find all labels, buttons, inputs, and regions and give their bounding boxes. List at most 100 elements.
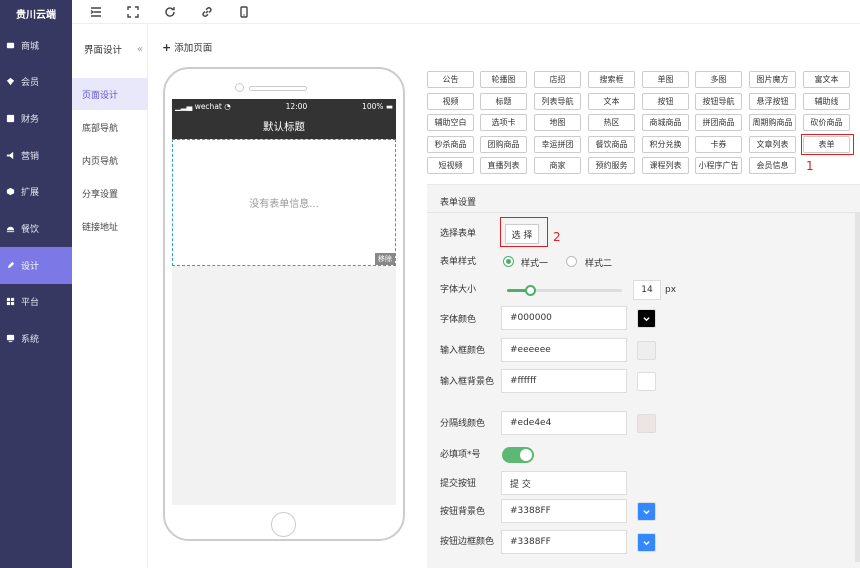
link-icon[interactable] (200, 5, 214, 19)
chevron-down-icon (643, 508, 650, 515)
component-button-21[interactable]: 拼团商品 (695, 114, 742, 131)
component-button-7[interactable]: 富文本 (803, 71, 850, 88)
component-button-26[interactable]: 幸运拼团 (534, 136, 581, 153)
component-button-12[interactable]: 按钮 (642, 93, 689, 110)
component-button-8[interactable]: 视频 (427, 93, 474, 110)
sidebar-item-marketing[interactable]: 营销 (0, 137, 72, 174)
input-bg-color-input[interactable]: #ffffff (501, 369, 627, 393)
font-color-swatch[interactable] (637, 309, 656, 328)
font-size-input[interactable]: 14 (633, 280, 661, 300)
phone-screen: ▁▂▄ wechat ◔ 12:00 100% ▬ 默认标题 没有表单信息...… (172, 99, 396, 505)
font-color-input[interactable]: #000000 (501, 306, 627, 330)
button-border-color-label: 按钮边框颜色 (440, 537, 495, 547)
settings-scrollbar[interactable] (855, 212, 860, 562)
component-button-27[interactable]: 餐饮商品 (588, 136, 635, 153)
input-border-color-input[interactable]: #eeeeee (501, 338, 627, 362)
add-page-button[interactable]: + 添加页面 (162, 40, 212, 55)
required-mark-toggle[interactable] (502, 447, 534, 463)
sidebar-item-design[interactable]: 设计 (0, 247, 72, 284)
component-button-20[interactable]: 商城商品 (642, 114, 689, 131)
subnav-item-0[interactable]: 页面设计 (72, 78, 148, 110)
component-button-11[interactable]: 文本 (588, 93, 635, 110)
font-size-slider-thumb[interactable] (525, 285, 536, 296)
component-button-33[interactable]: 直播列表 (480, 157, 527, 174)
subnav-item-1[interactable]: 底部导航 (72, 111, 148, 143)
component-button-0[interactable]: 公告 (427, 71, 474, 88)
component-button-1[interactable]: 轮播图 (480, 71, 527, 88)
button-border-color-swatch[interactable] (637, 533, 656, 552)
component-button-18[interactable]: 地图 (534, 114, 581, 131)
collapse-icon[interactable]: « (137, 44, 143, 55)
phone-preview: ▁▂▄ wechat ◔ 12:00 100% ▬ 默认标题 没有表单信息...… (163, 67, 405, 541)
component-button-15[interactable]: 辅助线 (803, 93, 850, 110)
required-mark-label: 必填项*号 (440, 450, 481, 460)
marketing-icon (6, 151, 15, 160)
divider-color-swatch[interactable] (637, 414, 656, 433)
form-component-placeholder[interactable]: 没有表单信息... 移除 (172, 139, 396, 266)
sidebar-item-platform[interactable]: 平台 (0, 283, 72, 320)
sidebar-item-food[interactable]: 餐饮 (0, 210, 72, 247)
button-bg-color-input[interactable]: #3388FF (501, 499, 627, 523)
input-bg-color-swatch[interactable] (637, 372, 656, 391)
subnav-item-4[interactable]: 链接地址 (72, 210, 148, 242)
component-button-4[interactable]: 单图 (642, 71, 689, 88)
component-button-13[interactable]: 按钮导航 (695, 93, 742, 110)
component-button-6[interactable]: 图片魔方 (749, 71, 796, 88)
component-button-10[interactable]: 列表导航 (534, 93, 581, 110)
component-button-35[interactable]: 预约服务 (588, 157, 635, 174)
component-button-36[interactable]: 课程列表 (642, 157, 689, 174)
food-icon (6, 224, 15, 233)
component-button-3[interactable]: 搜索框 (588, 71, 635, 88)
sidebar-item-extend[interactable]: 扩展 (0, 173, 72, 210)
form-style-radio-2[interactable] (566, 256, 577, 267)
phone-status-bar: ▁▂▄ wechat ◔ 12:00 100% ▬ (172, 99, 396, 113)
component-button-2[interactable]: 店招 (534, 71, 581, 88)
component-button-17[interactable]: 选项卡 (480, 114, 527, 131)
component-button-23[interactable]: 砍价商品 (803, 114, 850, 131)
chevron-down-icon (643, 315, 650, 322)
component-button-28[interactable]: 积分兑换 (642, 136, 689, 153)
form-style-option-1: 样式一 (521, 259, 549, 269)
subnav-item-2[interactable]: 内页导航 (72, 144, 148, 176)
refresh-icon[interactable] (163, 5, 177, 19)
sidebar-item-system[interactable]: 系统 (0, 320, 72, 357)
main-sidebar: 贵川云端 商城 会员 财务 营销 扩展 餐饮 设计 平台 系统 (0, 0, 72, 568)
component-button-24[interactable]: 秒杀商品 (427, 136, 474, 153)
component-button-14[interactable]: 悬浮按钮 (749, 93, 796, 110)
form-style-radio-1[interactable] (503, 256, 514, 267)
sidebar-item-member[interactable]: 会员 (0, 63, 72, 100)
subnav-item-3[interactable]: 分享设置 (72, 177, 148, 209)
phone-camera (235, 83, 244, 92)
settings-divider (427, 212, 860, 213)
font-color-label: 字体颜色 (440, 315, 477, 325)
component-button-37[interactable]: 小程序广告 (695, 157, 742, 174)
sidebar-item-shop[interactable]: 商城 (0, 27, 72, 64)
phone-page-title[interactable]: 默认标题 (172, 113, 396, 139)
extend-icon (6, 187, 15, 196)
font-size-slider[interactable] (507, 285, 622, 296)
component-button-34[interactable]: 商家 (534, 157, 581, 174)
component-button-38[interactable]: 会员信息 (749, 157, 796, 174)
component-button-9[interactable]: 标题 (480, 93, 527, 110)
component-button-25[interactable]: 团购商品 (480, 136, 527, 153)
component-button-16[interactable]: 辅助空白 (427, 114, 474, 131)
submit-button-text-input[interactable]: 提 交 (501, 471, 627, 495)
sidebar-item-finance[interactable]: 财务 (0, 100, 72, 137)
button-bg-color-swatch[interactable] (637, 502, 656, 521)
component-button-29[interactable]: 卡券 (695, 136, 742, 153)
menu-icon[interactable] (89, 5, 103, 19)
component-button-19[interactable]: 热区 (588, 114, 635, 131)
remove-button[interactable]: 移除 (375, 253, 395, 265)
shop-icon (6, 41, 15, 50)
component-button-32[interactable]: 短视频 (427, 157, 474, 174)
fullscreen-icon[interactable] (126, 5, 140, 19)
component-button-5[interactable]: 多图 (695, 71, 742, 88)
divider-color-input[interactable]: #ede4e4 (501, 411, 627, 435)
font-size-label: 字体大小 (440, 285, 477, 295)
button-bg-color-label: 按钮背景色 (440, 507, 486, 517)
mobile-icon[interactable] (237, 5, 251, 19)
input-border-color-swatch[interactable] (637, 341, 656, 360)
component-button-22[interactable]: 周期购商品 (749, 114, 796, 131)
component-button-30[interactable]: 文章列表 (749, 136, 796, 153)
button-border-color-input[interactable]: #3388FF (501, 530, 627, 554)
